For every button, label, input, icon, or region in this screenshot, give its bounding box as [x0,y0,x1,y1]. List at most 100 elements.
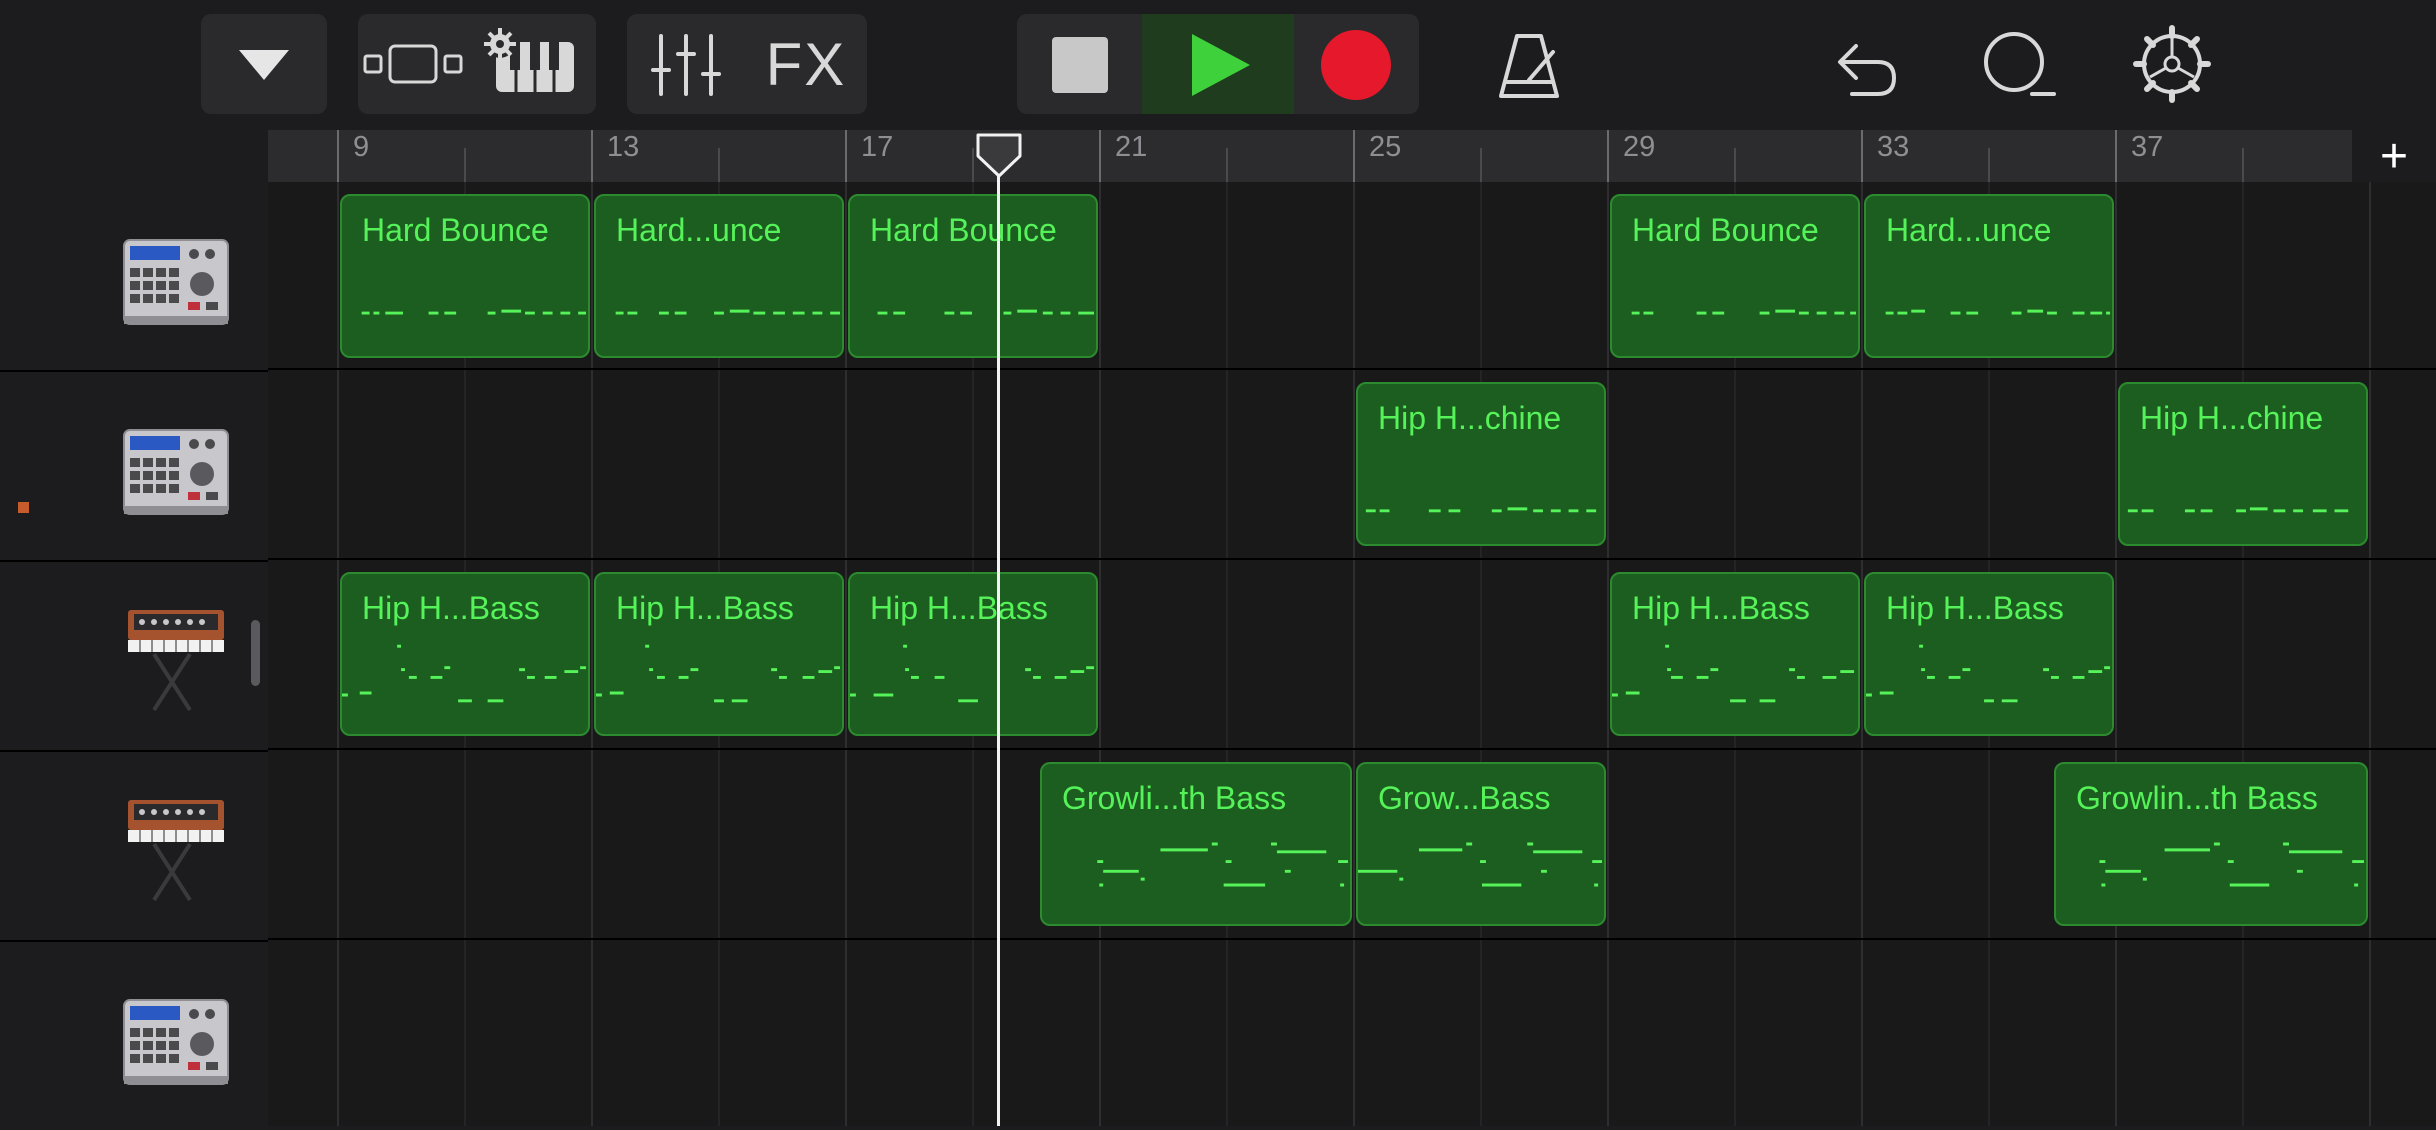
play-icon [1192,34,1250,96]
track-header-5[interactable] [0,942,268,1130]
region-hip-hop-machine[interactable]: Hip H...chine [2118,382,2368,546]
region-hard-bounce[interactable]: Hard...unce [1864,194,2114,358]
tracks-view-icon [363,44,463,84]
synthesizer-icon [128,800,224,902]
bar-tick [1861,130,1863,182]
region-growling-synth-bass[interactable]: Grow...Bass [1356,762,1606,926]
beat-tick [2242,148,2244,182]
bar-number-33: 33 [1877,131,1910,163]
loop-icon [1984,32,2056,96]
drum-notes [1631,309,1857,315]
bar-number-29: 29 [1623,131,1656,163]
region-hip-hop-bass[interactable]: Hip H...Bass [1610,572,1860,736]
region-hip-hop-bass[interactable]: Hip H...Bass [1864,572,2114,736]
mix-group: FX [627,14,867,114]
bass-notes [850,644,1095,703]
bass-notes [342,644,587,703]
region-hip-hop-bass[interactable]: Hip H...Bass [848,572,1098,736]
mixer-button[interactable] [627,14,745,114]
track-header-3[interactable] [0,562,268,752]
lane-divider [268,558,2436,560]
settings-button[interactable] [2124,14,2220,114]
bar-number-37: 37 [2131,131,2164,163]
lane-divider [268,938,2436,940]
region-hard-bounce[interactable]: Hard Bounce [848,194,1098,358]
region-growling-synth-bass[interactable]: Growlin...th Bass [2054,762,2368,926]
region-hard-bounce[interactable]: Hard Bounce [1610,194,1860,358]
undo-icon [1838,44,1897,96]
timeline-ruler[interactable]: 9 13 17 21 25 29 33 37 [268,130,2352,182]
track-header-4[interactable] [0,752,268,942]
grid-line [1353,182,1355,1126]
control-bar: FX [0,0,2436,130]
browser-button[interactable] [201,14,327,114]
grid-line [2369,182,2371,1126]
beat-tick [1734,148,1736,182]
record-button[interactable] [1294,14,1419,114]
add-track-button[interactable]: + [2352,130,2436,183]
drum-machine-icon [123,999,229,1085]
beat-tick [718,148,720,182]
metronome-button[interactable] [1485,14,1573,114]
beat-tick [1226,148,1228,182]
grid-line [1226,182,1228,1126]
grid-line [2242,182,2244,1126]
view-group [358,14,596,114]
stop-icon [1052,37,1108,93]
grid-line [1861,182,1863,1126]
transport-group [1017,14,1419,114]
bass-notes [1612,644,1855,703]
metronome-icon [1499,34,1559,98]
track-header-2[interactable] [0,372,268,562]
bass-notes [2099,842,2365,887]
beat-tick [1988,148,1990,182]
lane-divider [268,368,2436,370]
undo-button[interactable] [1812,14,1908,114]
bar-tick [2115,130,2117,182]
bass-notes [1097,842,1349,887]
fx-label: FX [765,30,847,98]
bar-tick [1353,130,1355,182]
tracks-view-button[interactable] [358,14,474,114]
bar-number-25: 25 [1369,131,1402,163]
region-hip-hop-bass[interactable]: Hip H...Bass [594,572,844,736]
bass-notes [1866,644,2111,703]
loop-browser-button[interactable] [1970,14,2066,114]
stop-button[interactable] [1017,14,1142,114]
region-hip-hop-machine[interactable]: Hip H...chine [1356,382,1606,546]
bar-tick [845,130,847,182]
grid-line [591,182,593,1126]
bar-number-21: 21 [1115,131,1148,163]
bar-tick [1607,130,1609,182]
drum-notes [2127,507,2349,513]
bar-tick [1099,130,1101,182]
playhead-handle[interactable] [975,132,1023,180]
lane-divider [268,748,2436,750]
selected-track-marker [18,502,29,513]
play-button[interactable] [1142,14,1294,114]
drum-machine-icon [123,429,229,515]
region-growling-synth-bass[interactable]: Growli...th Bass [1040,762,1352,926]
piano-gear-icon [484,28,574,92]
scrollbar[interactable] [251,620,260,686]
drum-notes [1885,309,2111,315]
beat-tick [972,148,974,182]
bass-notes [1358,842,1603,887]
drum-notes [1365,507,1597,513]
grid-line [1480,182,1482,1126]
grid-line [1607,182,1609,1126]
region-hip-hop-bass[interactable]: Hip H...Bass [340,572,590,736]
beat-tick [464,148,466,182]
mixer-sliders-icon [651,34,721,96]
tracks-area[interactable]: Hard Bounce Hard...unce Hard Bounce Hard… [268,182,2436,1126]
region-hard-bounce[interactable]: Hard...unce [594,194,844,358]
synthesizer-icon [128,610,224,712]
bar-number-13: 13 [607,131,640,163]
region-hard-bounce[interactable]: Hard Bounce [340,194,590,358]
record-icon [1321,30,1391,100]
fx-button[interactable]: FX [745,14,867,114]
instrument-controls-button[interactable] [474,14,596,114]
track-header-1[interactable] [0,182,268,372]
bar-number-17: 17 [861,131,894,163]
grid-line [1099,182,1101,1126]
